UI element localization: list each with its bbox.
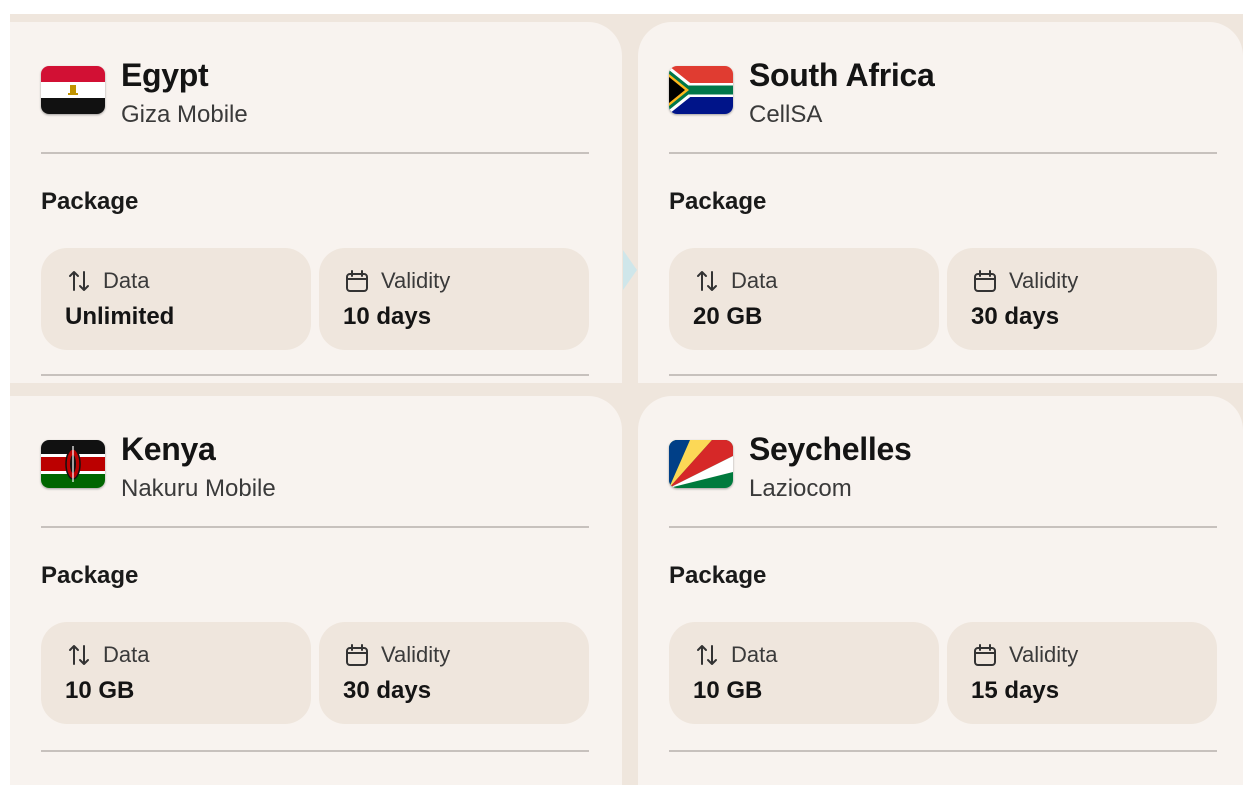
data-label: Data xyxy=(731,642,778,667)
package-heading: Package xyxy=(669,188,767,215)
data-label: Data xyxy=(103,268,150,293)
validity-label: Validity xyxy=(1009,268,1079,293)
package-heading: Package xyxy=(669,562,767,589)
data-value: 10 GB xyxy=(65,677,135,704)
esim-plan-grid: Egypt Giza Mobile Package Data Unlimited xyxy=(10,22,1243,785)
country-name: Kenya xyxy=(121,431,216,467)
data-transfer-icon xyxy=(694,268,720,294)
validity-label: Validity xyxy=(381,268,451,293)
validity-value: 15 days xyxy=(971,677,1060,704)
validity-value: 10 days xyxy=(343,303,432,330)
data-label: Data xyxy=(103,642,150,667)
validity-value: 30 days xyxy=(343,677,432,704)
data-value: 20 GB xyxy=(693,303,763,330)
data-tile: Data Unlimited xyxy=(41,248,311,350)
data-value: 10 GB xyxy=(693,677,763,704)
divider xyxy=(41,526,589,528)
country-name: South Africa xyxy=(749,57,935,93)
validity-tile: Validity 30 days xyxy=(947,248,1217,350)
calendar-icon xyxy=(972,642,998,668)
validity-tile: Validity 30 days xyxy=(319,622,589,724)
data-tile: Data 10 GB xyxy=(669,622,939,724)
country-name: Seychelles xyxy=(749,431,912,467)
divider xyxy=(669,750,1217,752)
divider xyxy=(41,374,589,376)
divider xyxy=(669,152,1217,154)
data-transfer-icon xyxy=(66,268,92,294)
data-transfer-icon xyxy=(694,642,720,668)
divider xyxy=(41,750,589,752)
country-name: Egypt xyxy=(121,57,209,93)
kenya-flag-icon xyxy=(41,440,105,488)
package-heading: Package xyxy=(41,562,139,589)
calendar-icon xyxy=(344,268,370,294)
egypt-flag-icon xyxy=(41,66,105,114)
card-header: Egypt Giza Mobile xyxy=(41,56,601,128)
seychelles-flag-icon xyxy=(669,440,733,488)
card-header: Seychelles Laziocom xyxy=(669,430,1229,502)
data-transfer-icon xyxy=(66,642,92,668)
plan-card-seychelles[interactable]: Seychelles Laziocom Package Data 10 GB V… xyxy=(638,396,1243,785)
validity-label: Validity xyxy=(1009,642,1079,667)
data-tile: Data 10 GB xyxy=(41,622,311,724)
data-label: Data xyxy=(731,268,778,293)
package-heading: Package xyxy=(41,188,139,215)
validity-tile: Validity 15 days xyxy=(947,622,1217,724)
carrier-name: Nakuru Mobile xyxy=(121,475,276,502)
data-value: Unlimited xyxy=(65,303,175,330)
divider xyxy=(669,526,1217,528)
decorative-arrow xyxy=(623,250,637,290)
validity-tile: Validity 10 days xyxy=(319,248,589,350)
calendar-icon xyxy=(344,642,370,668)
card-header: Kenya Nakuru Mobile xyxy=(41,430,601,502)
carrier-name: CellSA xyxy=(749,101,823,128)
carrier-name: Laziocom xyxy=(749,475,852,502)
south-africa-flag-icon xyxy=(669,66,733,114)
validity-value: 30 days xyxy=(971,303,1060,330)
plan-card-egypt[interactable]: Egypt Giza Mobile Package Data Unlimited xyxy=(10,22,622,383)
divider xyxy=(669,374,1217,376)
plan-card-south-africa[interactable]: South Africa CellSA Package Data 20 GB V… xyxy=(638,22,1243,383)
divider xyxy=(41,152,589,154)
data-tile: Data 20 GB xyxy=(669,248,939,350)
calendar-icon xyxy=(972,268,998,294)
plan-card-kenya[interactable]: Kenya Nakuru Mobile Package Data 10 GB V… xyxy=(10,396,622,785)
card-header: South Africa CellSA xyxy=(669,56,1229,128)
validity-label: Validity xyxy=(381,642,451,667)
carrier-name: Giza Mobile xyxy=(121,101,248,128)
